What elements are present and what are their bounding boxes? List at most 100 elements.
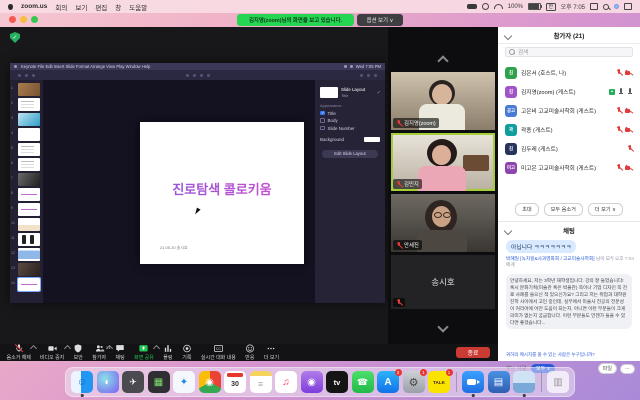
menu-view[interactable]: 보기 bbox=[75, 2, 87, 12]
display-icon[interactable] bbox=[590, 3, 598, 10]
checkbox-checked-icon[interactable] bbox=[320, 111, 325, 116]
security-button[interactable]: 보안 bbox=[69, 344, 88, 361]
podcasts-icon[interactable] bbox=[301, 371, 323, 393]
zoom-window-button[interactable] bbox=[31, 16, 38, 23]
mute-all-button[interactable]: 모두 음소거 bbox=[544, 203, 583, 216]
chat-privacy-note[interactable]: 귀하의 메시지를 볼 수 있는 사람은 누구입니까? bbox=[506, 352, 636, 358]
finder-icon[interactable] bbox=[71, 371, 93, 393]
option-body[interactable]: Body bbox=[320, 118, 380, 123]
participants-button[interactable]: 참가자 21 bbox=[88, 344, 111, 361]
scroll-up-chevron-icon[interactable] bbox=[437, 55, 448, 66]
slide-thumbnail[interactable]: 12 bbox=[18, 248, 40, 261]
option-title[interactable]: Title bbox=[320, 111, 380, 116]
control-center-icon[interactable] bbox=[624, 3, 632, 10]
mic-icon[interactable] bbox=[618, 88, 624, 95]
camera-off-icon[interactable] bbox=[625, 127, 633, 133]
input-source-badge[interactable]: 한 bbox=[546, 3, 556, 11]
checkbox-icon[interactable] bbox=[320, 118, 325, 123]
slide-thumbnail[interactable]: 8 bbox=[18, 188, 40, 201]
spotlight-icon[interactable] bbox=[603, 4, 609, 10]
file-button[interactable]: 파일 bbox=[598, 363, 617, 374]
slide-thumbnail[interactable]: 11 bbox=[18, 233, 40, 246]
mic-off-icon[interactable] bbox=[616, 107, 622, 114]
minimize-window-button[interactable] bbox=[20, 16, 27, 23]
menu-window[interactable]: 창 bbox=[115, 2, 121, 12]
recording-indicator-icon[interactable] bbox=[467, 4, 477, 9]
apple-tv-icon[interactable]: tv bbox=[326, 371, 348, 393]
polls-button[interactable]: 폴링 bbox=[158, 344, 177, 361]
wifi-icon[interactable] bbox=[494, 4, 503, 9]
scroll-down-chevron-icon[interactable] bbox=[437, 321, 448, 332]
checkbox-icon[interactable] bbox=[320, 126, 325, 131]
chrome-icon[interactable] bbox=[199, 371, 221, 393]
more-options-button[interactable]: 더 보기 ∨ bbox=[588, 203, 623, 216]
unmute-button[interactable]: 음소거 해제 bbox=[2, 344, 35, 361]
trash-icon[interactable] bbox=[547, 371, 569, 393]
slide-thumbnail[interactable]: 3 bbox=[18, 113, 40, 126]
siri-icon[interactable] bbox=[614, 4, 619, 9]
slide-thumbnail[interactable]: 9 bbox=[18, 203, 40, 216]
slide-thumbnail-selected[interactable]: 14 bbox=[18, 278, 40, 291]
participant-row[interactable]: 김 김은서 (호스트, 나) bbox=[498, 63, 640, 82]
mic-off-icon[interactable] bbox=[627, 145, 633, 152]
view-options-button[interactable]: 옵션 보기 ∨ bbox=[357, 14, 403, 26]
chat-more-button[interactable]: ⋯ bbox=[620, 364, 635, 374]
launchpad-icon[interactable] bbox=[122, 371, 144, 393]
close-window-button[interactable] bbox=[9, 16, 16, 23]
zoom-app-icon[interactable] bbox=[462, 371, 484, 393]
mic-off-icon[interactable] bbox=[616, 126, 622, 133]
slide-thumbnail[interactable]: 6 bbox=[18, 158, 40, 171]
record-button[interactable]: 기록 bbox=[177, 344, 196, 361]
siri-icon[interactable] bbox=[97, 371, 119, 393]
battery-icon[interactable] bbox=[528, 3, 541, 10]
invite-button[interactable]: 초대 bbox=[515, 203, 539, 216]
video-tile-2-active-speaker[interactable]: 김민지 bbox=[391, 133, 495, 191]
end-meeting-button[interactable]: 종료 bbox=[456, 347, 490, 358]
menu-meeting[interactable]: 회의 bbox=[55, 2, 67, 12]
calendar-icon[interactable]: 30 bbox=[224, 371, 246, 393]
mic-off-icon[interactable] bbox=[616, 69, 622, 76]
slide-thumbnail[interactable]: 10 bbox=[18, 218, 40, 231]
camera-icon[interactable] bbox=[627, 88, 633, 95]
mic-off-icon[interactable] bbox=[616, 164, 622, 171]
chat-button[interactable]: 채팅 bbox=[111, 344, 130, 361]
mission-control-icon[interactable] bbox=[148, 371, 170, 393]
safari-icon[interactable] bbox=[173, 371, 195, 393]
video-tile-1[interactable]: 김지영(zoom) bbox=[391, 72, 495, 130]
video-tile-4-camera-off[interactable]: 송시호 bbox=[391, 255, 495, 309]
app-store-icon[interactable]: 3 bbox=[377, 371, 399, 393]
slide-thumbnail[interactable]: 13 bbox=[18, 263, 40, 276]
books-app-icon[interactable] bbox=[488, 371, 510, 393]
more-button[interactable]: 더 보기 bbox=[259, 344, 283, 361]
participant-row[interactable]: 김 김두레 (게스트) bbox=[498, 139, 640, 158]
clock-icon[interactable] bbox=[482, 3, 489, 10]
participant-row[interactable]: 곽 곽종 (게스트) bbox=[498, 120, 640, 139]
slide-thumbnail[interactable]: 5 bbox=[18, 143, 40, 156]
slide-thumbnail[interactable]: 1 bbox=[18, 83, 40, 96]
camera-off-icon[interactable] bbox=[625, 108, 633, 114]
kakaotalk-icon[interactable]: TALK1 bbox=[428, 371, 450, 393]
background-swatch[interactable] bbox=[364, 137, 380, 142]
edit-slide-layout-button[interactable]: Edit Slide Layout bbox=[322, 150, 378, 158]
chat-sender-name[interactable]: 박혜일 [녹차힐&사과영화회 / 고교미술사학회] bbox=[506, 256, 595, 261]
participant-row[interactable]: 김 김지영(zoom) (게스트) bbox=[498, 82, 640, 101]
slide-thumbnail[interactable]: 7 bbox=[18, 173, 40, 186]
participant-row[interactable]: 미고 미고은 고교미술사학회 (게스트) bbox=[498, 158, 640, 177]
facetime-icon[interactable] bbox=[352, 371, 374, 393]
share-screen-button[interactable]: 화면 공유 bbox=[130, 344, 159, 361]
app-menu[interactable]: zoom.us bbox=[21, 3, 47, 10]
video-tile-3[interactable]: 안세진 bbox=[391, 194, 495, 252]
participants-search-input[interactable]: 검색 bbox=[505, 47, 633, 57]
stop-video-button[interactable]: 비디오 중지 bbox=[35, 344, 68, 361]
participant-row[interactable]: 공고 고은비 고교미술사학회 (게스트) bbox=[498, 101, 640, 120]
notes-icon[interactable] bbox=[250, 371, 272, 393]
menubar-clock[interactable]: 오후 7:05 bbox=[561, 2, 585, 11]
menu-help[interactable]: 도움말 bbox=[129, 2, 147, 12]
option-slide-number[interactable]: Slide Number bbox=[320, 126, 380, 131]
slide-thumbnail[interactable]: 4 bbox=[18, 128, 40, 141]
system-preferences-icon[interactable]: 1 bbox=[403, 371, 425, 393]
camera-off-icon[interactable] bbox=[625, 165, 633, 171]
meeting-info-shield-icon[interactable]: ✓ bbox=[10, 32, 20, 43]
music-icon[interactable] bbox=[275, 371, 297, 393]
apple-menu-icon[interactable] bbox=[8, 4, 13, 10]
